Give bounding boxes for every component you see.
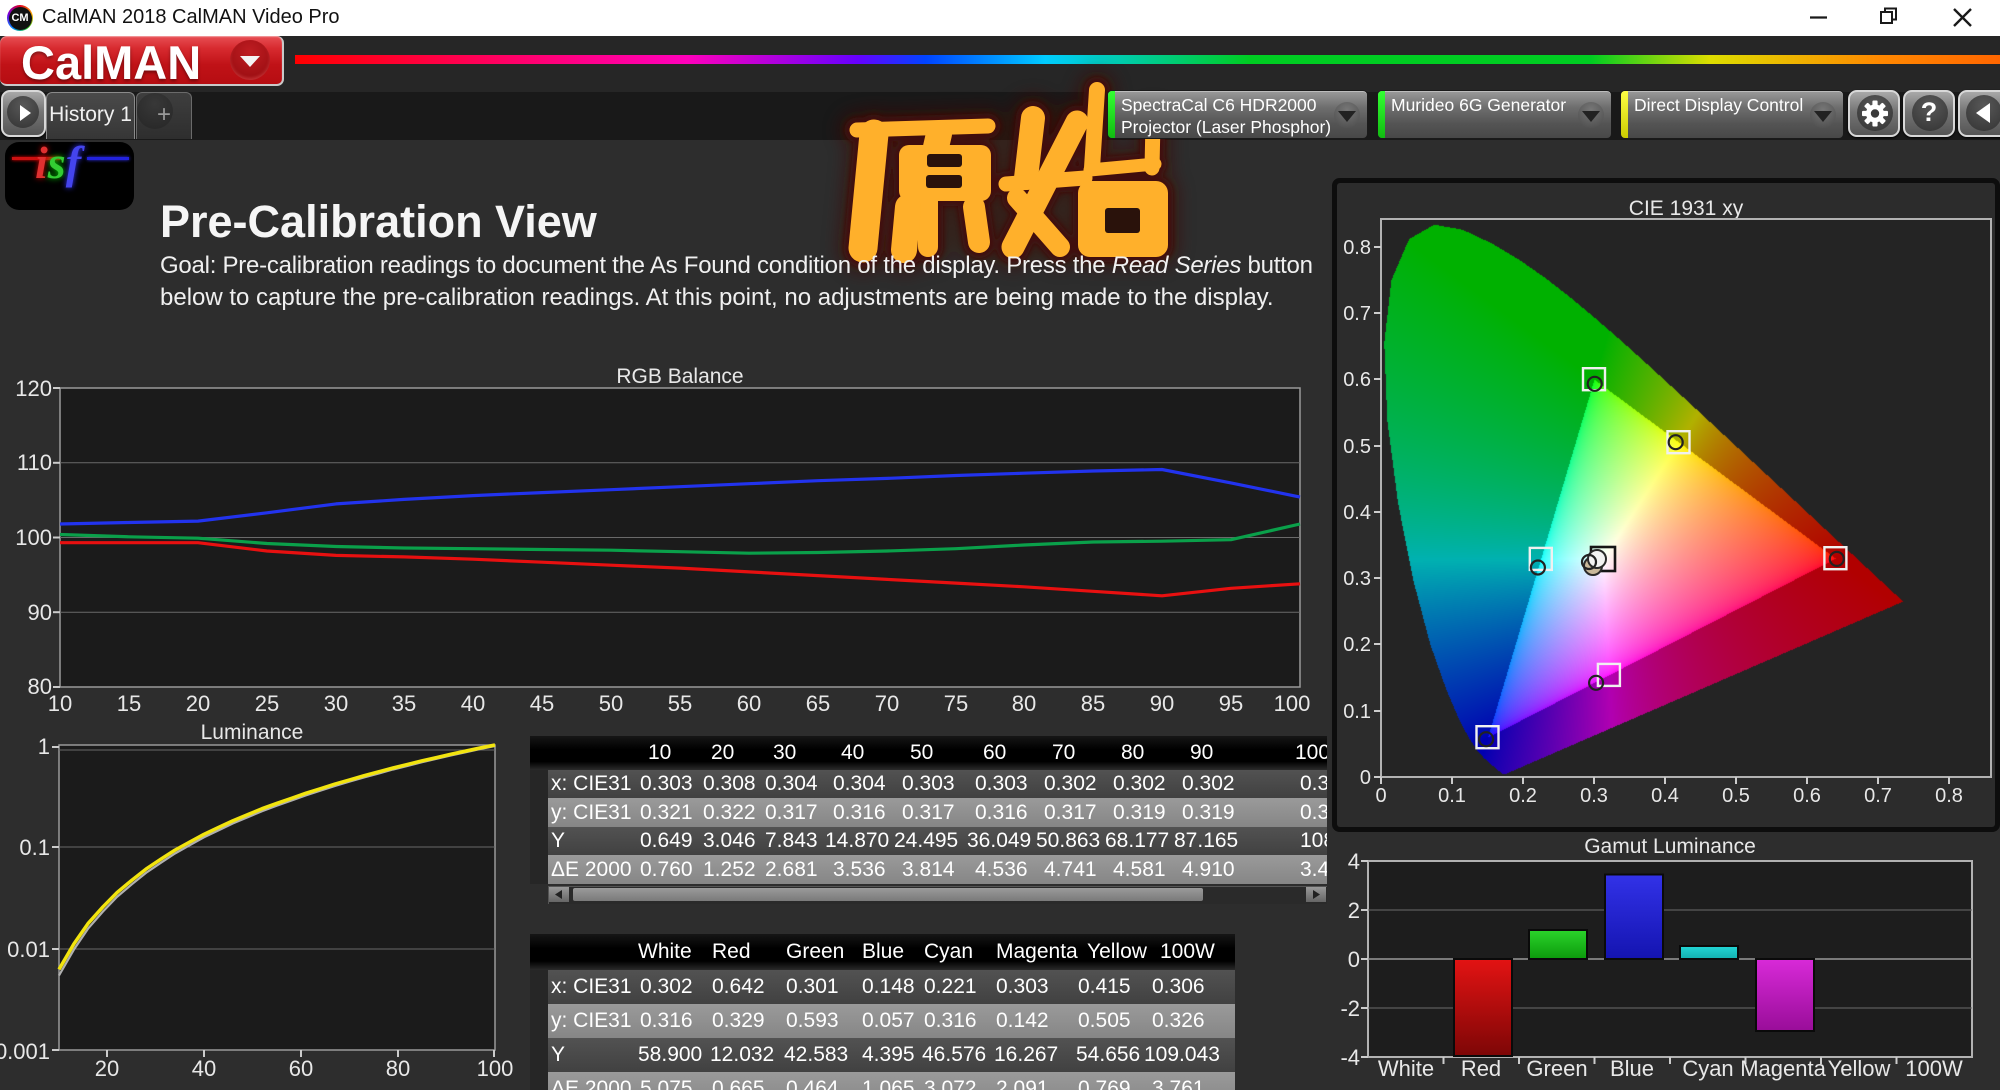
svg-text:0.5: 0.5: [1722, 785, 1750, 807]
svg-text:-4: -4: [1340, 1045, 1360, 1070]
svg-text:Red: Red: [1461, 1056, 1501, 1081]
svg-text:45: 45: [530, 691, 554, 716]
svg-text:95: 95: [1219, 691, 1243, 716]
svg-text:0.5: 0.5: [1343, 436, 1371, 458]
svg-text:Green: Green: [1526, 1056, 1587, 1081]
svg-text:60: 60: [289, 1056, 313, 1081]
svg-text:0.8: 0.8: [1343, 237, 1371, 259]
svg-text:0.7: 0.7: [1343, 303, 1371, 325]
svg-text:Gamut Luminance: Gamut Luminance: [1584, 835, 1756, 858]
svg-text:-2: -2: [1340, 996, 1360, 1021]
svg-text:Magenta: Magenta: [1740, 1056, 1826, 1081]
svg-text:20: 20: [95, 1056, 119, 1081]
svg-text:0.3: 0.3: [1580, 785, 1608, 807]
svg-text:CIE 1931 xy: CIE 1931 xy: [1629, 197, 1744, 220]
svg-text:Luminance: Luminance: [201, 721, 304, 744]
svg-text:0.2: 0.2: [1343, 634, 1371, 656]
svg-text:120: 120: [15, 376, 52, 401]
svg-text:80: 80: [1012, 691, 1036, 716]
svg-text:0.01: 0.01: [7, 937, 50, 962]
svg-text:RGB Balance: RGB Balance: [616, 365, 743, 388]
svg-text:Yellow: Yellow: [1828, 1056, 1891, 1081]
svg-text:0.7: 0.7: [1864, 785, 1892, 807]
svg-text:90: 90: [28, 600, 52, 625]
svg-text:80: 80: [386, 1056, 410, 1081]
svg-text:100: 100: [15, 525, 52, 550]
svg-text:0.1: 0.1: [1343, 701, 1371, 723]
svg-text:110: 110: [17, 450, 52, 475]
svg-text:0.8: 0.8: [1935, 785, 1963, 807]
svg-text:0.1: 0.1: [19, 835, 50, 860]
svg-text:0.1: 0.1: [1438, 785, 1466, 807]
svg-text:70: 70: [875, 691, 899, 716]
svg-text:Cyan: Cyan: [1682, 1056, 1733, 1081]
svg-text:4: 4: [1348, 849, 1360, 874]
svg-text:55: 55: [668, 691, 692, 716]
svg-text:0.001: 0.001: [0, 1039, 50, 1064]
svg-text:0.3: 0.3: [1343, 568, 1371, 590]
svg-text:0.2: 0.2: [1509, 785, 1537, 807]
svg-text:100: 100: [477, 1056, 514, 1081]
svg-text:40: 40: [192, 1056, 216, 1081]
svg-text:1: 1: [38, 734, 50, 759]
svg-text:2: 2: [1348, 898, 1360, 923]
svg-text:65: 65: [806, 691, 830, 716]
svg-text:0: 0: [1360, 767, 1371, 789]
svg-text:White: White: [1378, 1056, 1434, 1081]
svg-text:0.4: 0.4: [1651, 785, 1679, 807]
svg-text:60: 60: [737, 691, 761, 716]
svg-text:0: 0: [1348, 947, 1360, 972]
svg-text:50: 50: [599, 691, 623, 716]
svg-text:100W: 100W: [1905, 1056, 1963, 1081]
svg-text:Blue: Blue: [1610, 1056, 1654, 1081]
svg-text:90: 90: [1150, 691, 1174, 716]
svg-text:0.6: 0.6: [1343, 369, 1371, 391]
svg-text:100: 100: [1274, 691, 1311, 716]
svg-text:0.6: 0.6: [1793, 785, 1821, 807]
svg-text:0.4: 0.4: [1343, 502, 1371, 524]
svg-text:75: 75: [944, 691, 968, 716]
svg-text:85: 85: [1081, 691, 1105, 716]
svg-text:0: 0: [1375, 785, 1386, 807]
